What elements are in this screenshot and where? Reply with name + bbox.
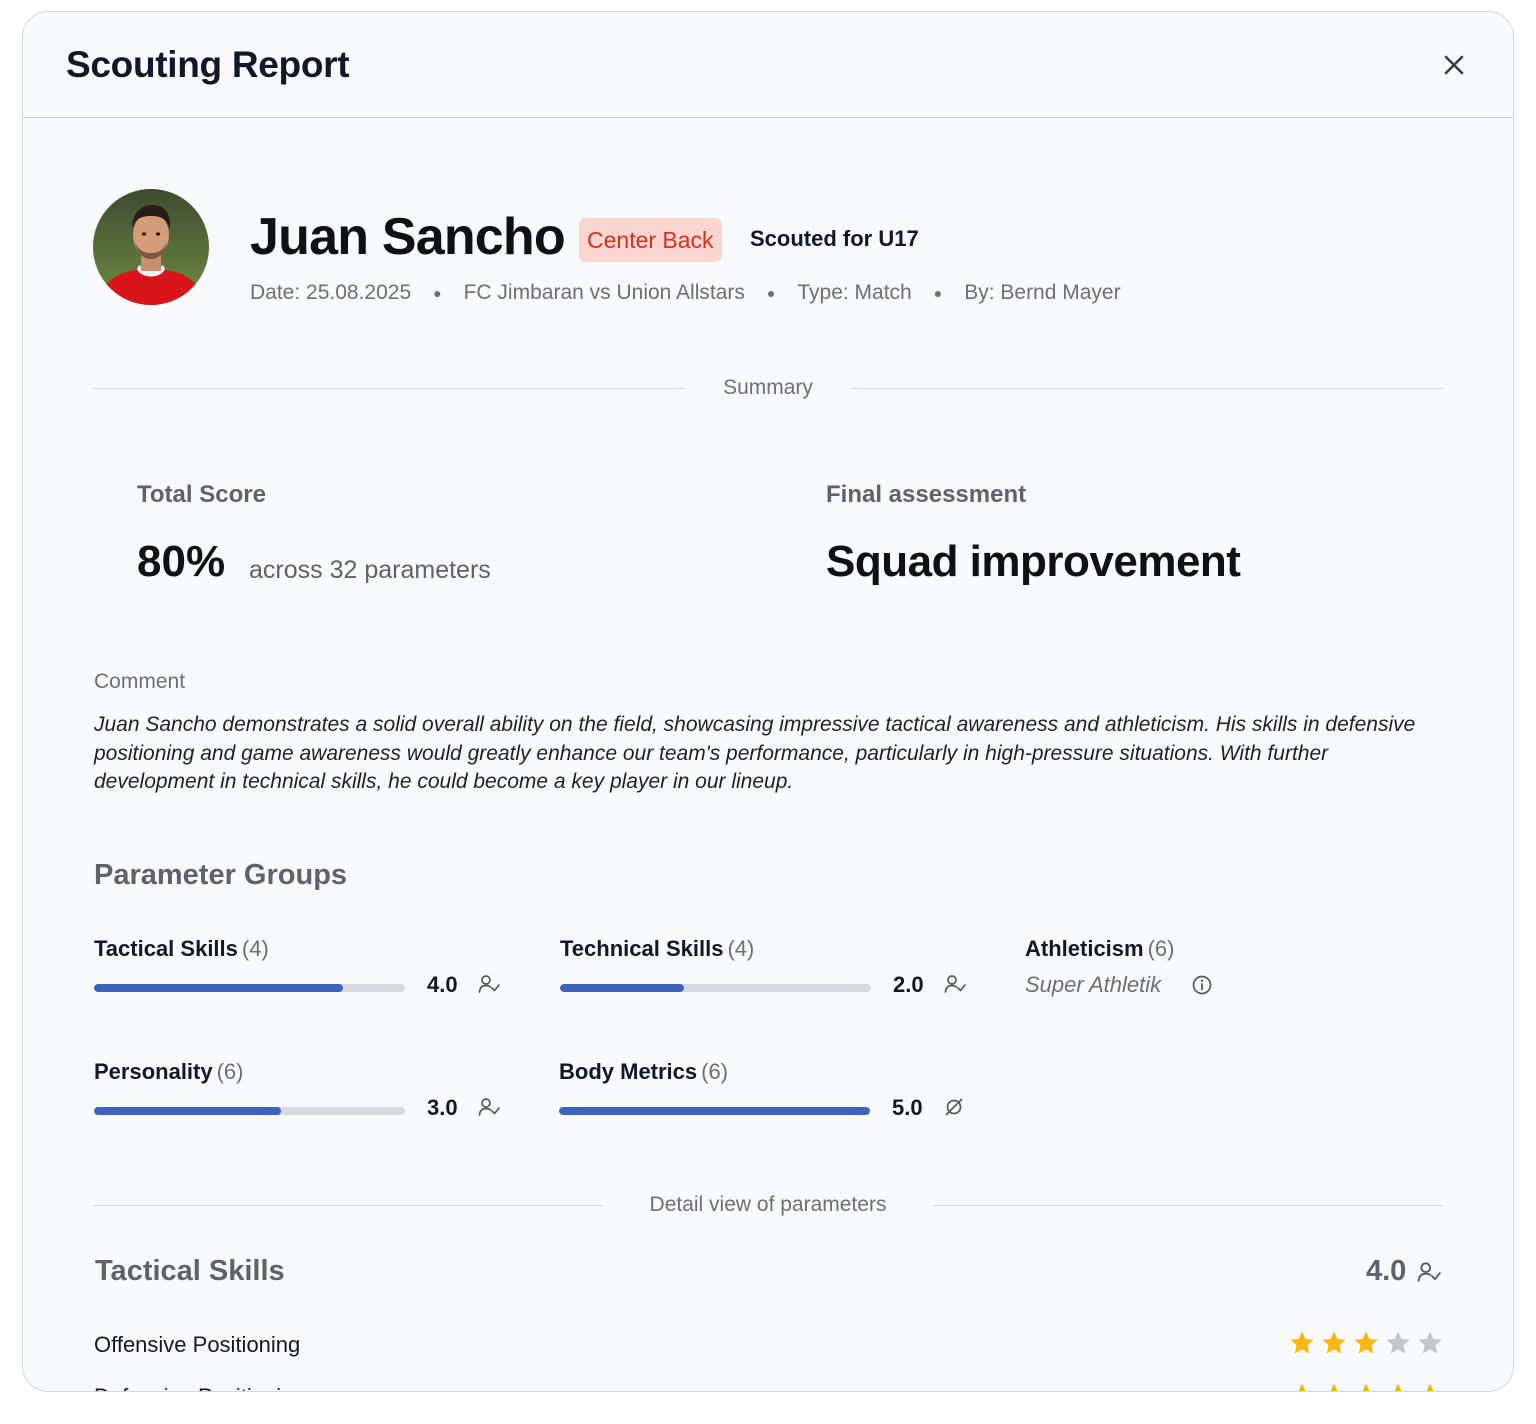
- star-filled-icon[interactable]: [1288, 1329, 1316, 1357]
- group-score: 4.0: [427, 972, 458, 997]
- star-rating[interactable]: [1288, 1329, 1444, 1357]
- group-name: Body Metrics: [559, 1059, 698, 1084]
- group-progress-fill: [560, 984, 685, 992]
- group-tactical-skills[interactable]: Tactical Skills (4) 4.0: [94, 936, 514, 997]
- group-name: Tactical Skills: [94, 936, 238, 961]
- separator-dot: ●: [433, 285, 442, 301]
- group-progress-bar: [94, 1107, 405, 1115]
- group-count: (4): [241, 936, 269, 961]
- modal-header: Scouting Report: [23, 12, 1513, 118]
- modal-content[interactable]: Juan Sancho Center Back Scouted for U17 …: [23, 119, 1513, 1392]
- group-athleticism[interactable]: Athleticism (6) Super Athletik: [1025, 936, 1445, 997]
- group-progress-fill: [559, 1107, 870, 1115]
- group-count: (6): [701, 1059, 729, 1084]
- parameter-row: Offensive Positioning: [94, 1329, 1444, 1361]
- scouted-for-label: Scouted for U17: [750, 226, 919, 251]
- close-icon: [1444, 55, 1464, 75]
- close-button[interactable]: [1439, 50, 1469, 80]
- group-name: Personality: [94, 1059, 213, 1084]
- empty-set-icon: [945, 1098, 963, 1116]
- report-type: Type: Match: [797, 281, 912, 304]
- total-score-label: Total Score: [137, 481, 266, 508]
- person-check-icon: [944, 975, 966, 993]
- total-score-value: 80%: [137, 537, 226, 586]
- star-empty-icon[interactable]: [1416, 1329, 1444, 1357]
- group-count: (6): [1147, 936, 1175, 961]
- scouting-report-modal: Scouting Report Juan Sancho Center Back …: [22, 11, 1514, 1392]
- star-filled-icon[interactable]: [1320, 1381, 1348, 1392]
- separator-dot: ●: [933, 285, 943, 301]
- player-name: Juan Sancho: [250, 208, 566, 266]
- star-filled-icon[interactable]: [1352, 1329, 1380, 1357]
- parameter-groups-title: Parameter Groups: [94, 859, 348, 891]
- player-photo: [93, 189, 209, 305]
- group-name: Technical Skills: [560, 936, 724, 961]
- group-note: Super Athletik: [1025, 972, 1162, 997]
- group-progress-bar: [559, 1107, 870, 1115]
- group-technical-skills[interactable]: Technical Skills (4) 2.0: [560, 936, 980, 997]
- report-author: By: Bernd Mayer: [964, 281, 1121, 304]
- group-progress-bar: [94, 984, 405, 992]
- group-progress-fill: [94, 1107, 281, 1115]
- report-date: Date: 25.08.2025: [250, 281, 412, 304]
- parameter-row: Defensive Positioning: [94, 1381, 1444, 1392]
- report-meta: Date: 25.08.2025 ● FC Jimbaran vs Union …: [250, 281, 1121, 305]
- group-progress-fill: [94, 984, 343, 992]
- group-progress-bar: [560, 984, 871, 992]
- person-check-icon: [478, 975, 500, 993]
- group-score: 2.0: [893, 972, 924, 997]
- parameter-name: Defensive Positioning: [94, 1384, 306, 1391]
- star-filled-icon[interactable]: [1384, 1381, 1412, 1392]
- info-icon[interactable]: [1191, 974, 1213, 996]
- position-badge: Center Back: [579, 218, 722, 262]
- detail-group-score: 4.0: [1366, 1255, 1407, 1287]
- modal-title: Scouting Report: [66, 44, 350, 85]
- detail-divider: Detail view of parameters: [93, 1190, 1443, 1220]
- final-assessment-value: Squad improvement: [826, 537, 1241, 586]
- comment-text: Juan Sancho demonstrates a solid overall…: [94, 713, 1416, 793]
- final-assessment-label: Final assessment: [826, 481, 1027, 508]
- detail-group-title: Tactical Skills: [95, 1255, 285, 1287]
- star-rating[interactable]: [1288, 1381, 1444, 1392]
- avatar: [93, 189, 209, 305]
- group-personality[interactable]: Personality (6) 3.0: [94, 1059, 514, 1120]
- divider-line: [851, 388, 1443, 389]
- parameter-name: Offensive Positioning: [94, 1332, 301, 1357]
- divider-line: [933, 1205, 1443, 1206]
- group-body-metrics[interactable]: Body Metrics (6) 5.0: [559, 1059, 979, 1120]
- group-count: (6): [216, 1059, 244, 1084]
- star-filled-icon[interactable]: [1320, 1329, 1348, 1357]
- star-empty-icon[interactable]: [1384, 1329, 1412, 1357]
- group-count: (4): [727, 936, 755, 961]
- separator-dot: ●: [766, 285, 776, 301]
- group-name: Athleticism: [1025, 936, 1144, 961]
- report-match: FC Jimbaran vs Union Allstars: [463, 281, 745, 304]
- person-check-icon: [478, 1098, 500, 1116]
- group-score: 3.0: [427, 1095, 458, 1120]
- star-filled-icon[interactable]: [1288, 1381, 1316, 1392]
- total-score-subtext: across 32 parameters: [249, 556, 491, 584]
- person-check-icon: [1417, 1262, 1441, 1282]
- star-filled-icon[interactable]: [1416, 1381, 1444, 1392]
- star-filled-icon[interactable]: [1352, 1381, 1380, 1392]
- comment-label: Comment: [94, 670, 186, 693]
- summary-divider: Summary: [93, 373, 1443, 403]
- group-score: 5.0: [892, 1095, 923, 1120]
